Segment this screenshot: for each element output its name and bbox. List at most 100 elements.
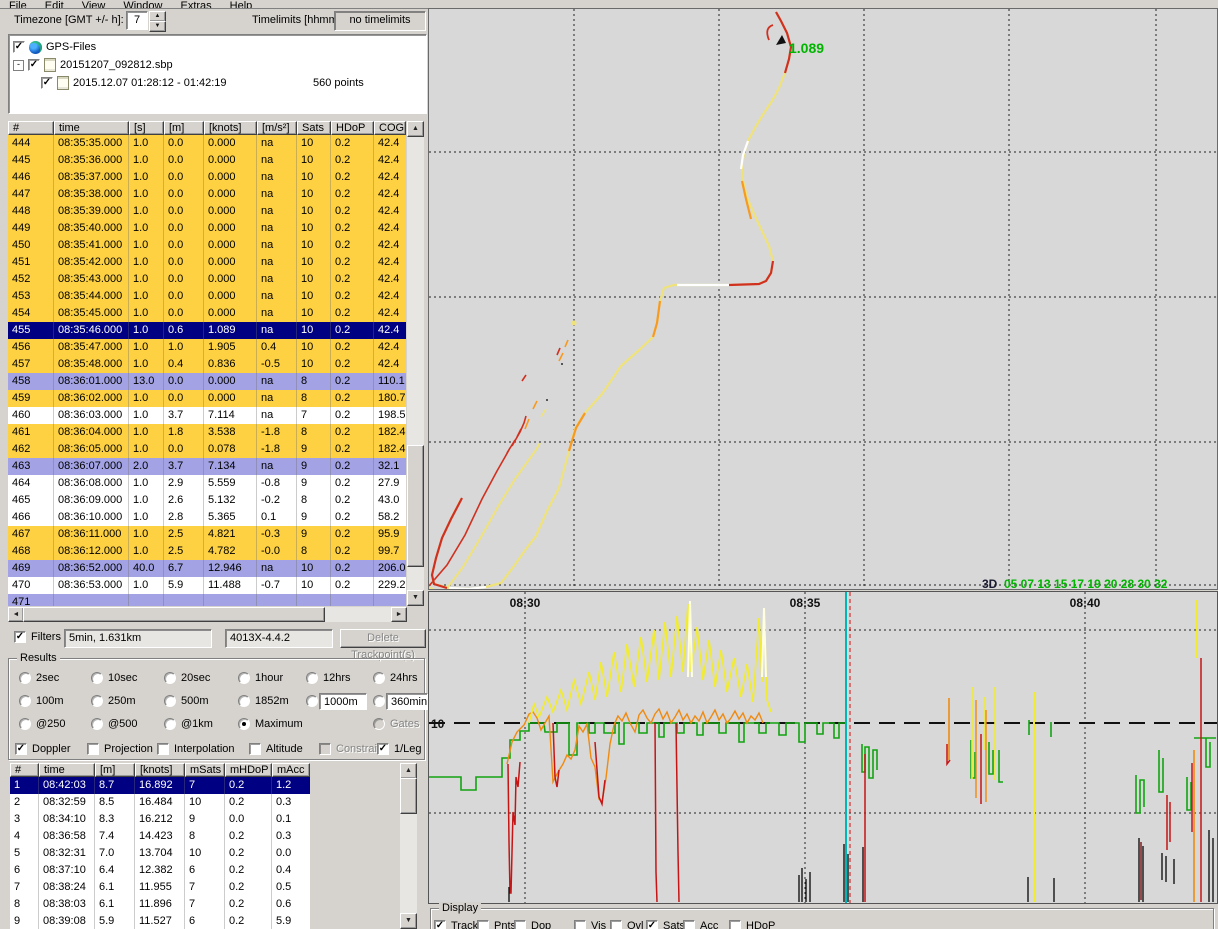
- table-row[interactable]: 45308:35:44.0001.00.00.000na100.242.4: [8, 288, 406, 305]
- table-row[interactable]: 45208:35:43.0001.00.00.000na100.242.4: [8, 271, 406, 288]
- table-row[interactable]: 45808:36:01.00013.00.00.000na80.2110.1: [8, 373, 406, 390]
- vis-checkbox[interactable]: ✓: [574, 920, 586, 929]
- menu-help[interactable]: Help: [230, 0, 253, 9]
- tracks-checkbox[interactable]: ✓: [434, 920, 446, 929]
- map-panel[interactable]: 1.089 3D 05 07 13 15 17 19 20 28 30 32: [428, 8, 1218, 590]
- filter-device-field[interactable]: 4013X-4.4.2: [225, 629, 333, 648]
- projection-toggle[interactable]: ✓Projection: [87, 743, 153, 755]
- session-checkbox[interactable]: ✓: [41, 77, 53, 89]
- table-row[interactable]: 45908:36:02.0001.00.00.000na80.2180.7: [8, 390, 406, 407]
- col-header[interactable]: [knots]: [204, 121, 257, 135]
- table-row[interactable]: 44608:35:37.0001.00.00.000na100.242.4: [8, 169, 406, 186]
- table-row[interactable]: 46008:36:03.0001.03.77.114na70.2198.5: [8, 407, 406, 424]
- radio-custom-distance[interactable]: [306, 695, 318, 707]
- timezone-input[interactable]: 7: [126, 11, 148, 30]
- dop-checkbox[interactable]: ✓: [514, 920, 526, 929]
- altitude-toggle[interactable]: ✓Altitude: [249, 743, 303, 755]
- vscroll-thumb[interactable]: [407, 445, 424, 567]
- col-header[interactable]: Sats: [297, 121, 331, 135]
- display-acc-toggle[interactable]: ✓Acc: [683, 920, 718, 929]
- radio-custom-time[interactable]: [373, 695, 385, 707]
- table-row[interactable]: 46708:36:11.0001.02.54.821-0.390.295.9: [8, 526, 406, 543]
- col-header[interactable]: [knots]: [135, 763, 185, 777]
- menu-edit[interactable]: Edit: [45, 0, 64, 9]
- table-row[interactable]: 908:39:085.911.52760.25.9: [10, 913, 310, 929]
- table-row[interactable]: 46308:36:07.0002.03.77.134na90.232.1: [8, 458, 406, 475]
- custom-time-input[interactable]: 360min: [386, 693, 428, 710]
- projection-checkbox[interactable]: ✓: [87, 743, 99, 755]
- radio-100m[interactable]: 100m: [19, 695, 64, 707]
- display-sats-toggle[interactable]: ✓Sats: [646, 920, 685, 929]
- oneleg-toggle[interactable]: ✓1/Leg: [377, 743, 422, 755]
- table-row[interactable]: 45608:35:47.0001.01.01.9050.4100.242.4: [8, 339, 406, 356]
- table-row[interactable]: 47008:36:53.0001.05.911.488-0.7100.2229.…: [8, 577, 406, 594]
- table-row[interactable]: 46608:36:10.0001.02.85.3650.190.258.2: [8, 509, 406, 526]
- filters-checkbox[interactable]: ✓: [14, 631, 26, 643]
- col-header[interactable]: mHDoP: [225, 763, 272, 777]
- display-dop-toggle[interactable]: ✓Dop: [514, 920, 551, 929]
- hdop-checkbox[interactable]: ✓: [729, 920, 741, 929]
- table-row[interactable]: 44808:35:39.0001.00.00.000na100.242.4: [8, 203, 406, 220]
- col-header[interactable]: #: [10, 763, 39, 777]
- display-vis-toggle[interactable]: ✓Vis: [574, 920, 606, 929]
- table-row[interactable]: 408:36:587.414.42380.20.3: [10, 828, 310, 845]
- doppler-checkbox[interactable]: ✓: [15, 743, 27, 755]
- track-table-hscrollbar[interactable]: ◄ ►: [8, 607, 407, 622]
- menu-file[interactable]: File: [9, 0, 27, 9]
- radio-10sec[interactable]: 10sec: [91, 672, 137, 684]
- scroll-left-icon[interactable]: ◄: [8, 607, 24, 622]
- table-row[interactable]: 708:38:246.111.95570.20.5: [10, 879, 310, 896]
- col-header[interactable]: time: [39, 763, 95, 777]
- constrain-checkbox[interactable]: ✓: [319, 743, 331, 755]
- menu-extras[interactable]: Extras: [180, 0, 211, 9]
- interpolation-checkbox[interactable]: ✓: [157, 743, 169, 755]
- timelimits-value[interactable]: no timelimits: [334, 11, 426, 31]
- table-row[interactable]: 46408:36:08.0001.02.95.559-0.890.227.9: [8, 475, 406, 492]
- timezone-spin-down-icon[interactable]: ▼: [149, 21, 166, 32]
- col-header[interactable]: [m]: [164, 121, 204, 135]
- col-header[interactable]: COG: [374, 121, 406, 135]
- table-row[interactable]: 46908:36:52.00040.06.712.946na100.2206.0: [8, 560, 406, 577]
- oneleg-checkbox[interactable]: ✓: [377, 743, 389, 755]
- table-row[interactable]: 46208:36:05.0001.00.00.078-1.890.2182.4: [8, 441, 406, 458]
- table-row[interactable]: 108:42:038.716.89270.21.2: [10, 777, 310, 794]
- radio-500m[interactable]: 500m: [164, 695, 209, 707]
- table-row[interactable]: 44908:35:40.0001.00.00.000na100.242.4: [8, 220, 406, 237]
- filter-range-field[interactable]: 5min, 1.631km: [64, 629, 212, 648]
- col-header[interactable]: [m]: [95, 763, 135, 777]
- results-vscrollbar[interactable]: ▲ ▼: [400, 763, 417, 929]
- file-checkbox[interactable]: ✓: [28, 59, 40, 71]
- track-table-vscrollbar[interactable]: ▲ ▼: [407, 121, 424, 606]
- table-row[interactable]: 208:32:598.516.484100.20.3: [10, 794, 310, 811]
- table-row[interactable]: 44508:35:36.0001.00.00.000na100.242.4: [8, 152, 406, 169]
- display-pnts-toggle[interactable]: ✓Pnts: [477, 920, 516, 929]
- map-canvas[interactable]: 1.089 3D 05 07 13 15 17 19 20 28 30 32: [429, 9, 1217, 589]
- radio-2sec[interactable]: 2sec: [19, 672, 59, 684]
- tree-item-root[interactable]: ✓GPS-Files: [13, 38, 426, 56]
- constrain-toggle[interactable]: ✓Constrain: [319, 743, 383, 755]
- table-row[interactable]: 45108:35:42.0001.00.00.000na100.242.4: [8, 254, 406, 271]
- pnts-checkbox[interactable]: ✓: [477, 920, 489, 929]
- table-row[interactable]: 46808:36:12.0001.02.54.782-0.080.299.7: [8, 543, 406, 560]
- delete-trackpoints-button[interactable]: Delete Trackpoint(s): [340, 629, 426, 648]
- scroll-down-icon[interactable]: ▼: [407, 590, 424, 606]
- collapse-icon[interactable]: -: [13, 60, 24, 71]
- radio-1852m[interactable]: 1852m: [238, 695, 289, 707]
- table-row[interactable]: 308:34:108.316.21290.00.1: [10, 811, 310, 828]
- speed-chart-panel[interactable]: 10 08:30 08:35 08:40: [428, 591, 1218, 904]
- table-row[interactable]: 608:37:106.412.38260.20.4: [10, 862, 310, 879]
- radio-gates[interactable]: Gates: [373, 718, 419, 730]
- radio-12hrs[interactable]: 12hrs: [306, 672, 351, 684]
- root-checkbox[interactable]: ✓: [13, 41, 25, 53]
- speed-chart-canvas[interactable]: 10 08:30 08:35 08:40: [429, 592, 1217, 903]
- filters-toggle[interactable]: ✓ Filters: [14, 631, 61, 643]
- radio-at1km[interactable]: @1km: [164, 718, 213, 730]
- col-header[interactable]: #: [8, 121, 54, 135]
- doppler-toggle[interactable]: ✓Doppler: [15, 743, 71, 755]
- display-hdop-toggle[interactable]: ✓HDoP: [729, 920, 775, 929]
- table-row[interactable]: 508:32:317.013.704100.20.0: [10, 845, 310, 862]
- table-row[interactable]: 46508:36:09.0001.02.65.132-0.280.243.0: [8, 492, 406, 509]
- scroll-up-icon[interactable]: ▲: [407, 121, 424, 137]
- ovl-checkbox[interactable]: ✓: [610, 920, 622, 929]
- table-row[interactable]: 45008:35:41.0001.00.00.000na100.242.4: [8, 237, 406, 254]
